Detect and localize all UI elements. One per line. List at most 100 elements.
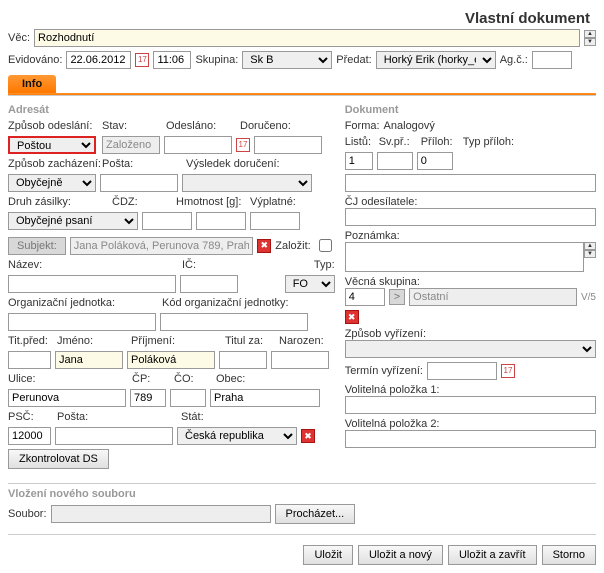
doruceno-input[interactable]	[254, 136, 322, 154]
prijmeni-input[interactable]	[127, 351, 215, 369]
kod-org-label: Kód organizační jednotky:	[162, 297, 289, 309]
calendar-icon[interactable]: 17	[135, 53, 149, 67]
clear-icon[interactable]: ✖	[301, 429, 315, 443]
zpusob-zachazeni-label: Způsob zacházení:	[8, 158, 101, 170]
obec-input[interactable]	[210, 389, 320, 407]
psc-label: PSČ:	[8, 411, 34, 423]
calendar-icon[interactable]: 17	[236, 138, 250, 152]
zpusob-zachazeni-select[interactable]: Obyčejně	[8, 174, 96, 192]
typ-priloh-label: Typ příloh:	[463, 136, 514, 148]
nazev-input[interactable]	[8, 275, 176, 293]
typ-priloh-input[interactable]	[345, 174, 596, 192]
prochazet-button[interactable]: Procházet...	[275, 504, 356, 524]
posta2-label: Pošta:	[57, 411, 88, 423]
agc-label: Ag.č.:	[500, 54, 528, 66]
skupina-label: Skupina:	[195, 54, 238, 66]
poznamka-input[interactable]	[345, 242, 584, 272]
ulice-input[interactable]	[8, 389, 126, 407]
skupina-select[interactable]: Sk B	[242, 51, 332, 69]
clear-icon[interactable]: ✖	[257, 239, 271, 253]
druh-label: Druh zásilky:	[8, 196, 71, 208]
tit-pred-input[interactable]	[8, 351, 51, 369]
soubor-input	[51, 505, 271, 523]
ulozit-zavrit-button[interactable]: Uložit a zavřít	[448, 545, 537, 565]
forma-value: Analogový	[384, 120, 435, 132]
cp-input[interactable]	[130, 389, 166, 407]
co-label: ČO:	[174, 373, 194, 385]
zalozit-checkbox[interactable]	[319, 239, 332, 252]
zkontrolovat-button[interactable]: Zkontrolovat DS	[8, 449, 109, 469]
adresat-title: Adresát	[8, 104, 335, 116]
poznamka-stepper[interactable]: ▲▼	[584, 242, 596, 272]
posta-input[interactable]	[100, 174, 178, 192]
druh-select[interactable]: Obyčejné psaní	[8, 212, 138, 230]
vecna-code-input[interactable]	[345, 288, 385, 306]
zpusob-vyrizeni-select[interactable]	[345, 340, 596, 358]
upload-title: Vložení nového souboru	[8, 488, 596, 500]
ulozit-novy-button[interactable]: Uložit a nový	[358, 545, 443, 565]
clear-icon[interactable]: ✖	[345, 310, 359, 324]
titul-za-input[interactable]	[219, 351, 267, 369]
poznamka-label: Poznámka:	[345, 230, 596, 242]
vol1-label: Volitelná položka 1:	[345, 384, 596, 396]
psc-input[interactable]	[8, 427, 51, 445]
stav-label: Stav:	[102, 120, 127, 132]
hmotnost-input[interactable]	[196, 212, 246, 230]
cdz-input[interactable]	[142, 212, 192, 230]
vec-input[interactable]	[34, 29, 580, 47]
vyplatne-label: Výplatné:	[250, 196, 296, 208]
vol1-input[interactable]	[345, 396, 596, 414]
stat-select[interactable]: Česká republika	[177, 427, 297, 445]
predat-select[interactable]: Horký Erik (horky_erik)	[376, 51, 496, 69]
zalozit-label: Založit:	[275, 240, 310, 252]
ic-input[interactable]	[180, 275, 238, 293]
predat-label: Předat:	[336, 54, 371, 66]
odeslano-input[interactable]	[164, 136, 232, 154]
priloh-input[interactable]	[417, 152, 453, 170]
page-title: Vlastní dokument	[8, 8, 596, 29]
narozen-label: Narozen:	[279, 335, 324, 347]
vysledek-select[interactable]	[182, 174, 312, 192]
ulice-label: Ulice:	[8, 373, 36, 385]
vecna-lookup-button[interactable]: >	[389, 289, 405, 305]
vecna-code-text: V/5	[581, 292, 596, 303]
org-input[interactable]	[8, 313, 156, 331]
tit-pred-label: Tit.před:	[8, 335, 48, 347]
prijmeni-label: Příjmení:	[131, 335, 175, 347]
storno-button[interactable]: Storno	[542, 545, 596, 565]
subjekt-button[interactable]: Subjekt:	[8, 237, 66, 255]
subjekt-input	[70, 237, 253, 255]
vol2-input[interactable]	[345, 430, 596, 448]
agc-input[interactable]	[532, 51, 572, 69]
termin-label: Termín vyřízení:	[345, 365, 423, 377]
ic-label: IČ:	[182, 259, 196, 271]
typ-select[interactable]: FO	[285, 275, 335, 293]
svpr-input[interactable]	[377, 152, 413, 170]
vec-label: Věc:	[8, 32, 30, 44]
tab-info[interactable]: Info	[8, 75, 56, 93]
ulozit-button[interactable]: Uložit	[303, 545, 353, 565]
cp-label: ČP:	[132, 373, 150, 385]
evidovano-time-input[interactable]	[153, 51, 191, 69]
titul-za-label: Titul za:	[225, 335, 263, 347]
zpusob-odeslani-select[interactable]: Poštou	[8, 136, 96, 154]
vol2-label: Volitelná položka 2:	[345, 418, 596, 430]
jmeno-input[interactable]	[55, 351, 123, 369]
kod-org-input[interactable]	[160, 313, 308, 331]
co-input[interactable]	[170, 389, 206, 407]
evidovano-date-input[interactable]	[66, 51, 131, 69]
narozen-input[interactable]	[271, 351, 329, 369]
evidovano-label: Evidováno:	[8, 54, 62, 66]
vyplatne-input[interactable]	[250, 212, 300, 230]
calendar-icon[interactable]: 17	[501, 364, 515, 378]
posta-label: Pošta:	[102, 158, 133, 170]
vec-stepper[interactable]: ▲▼	[584, 30, 596, 46]
cdz-label: ČDZ:	[112, 196, 138, 208]
vecna-desc-input	[409, 288, 577, 306]
posta2-input[interactable]	[55, 427, 173, 445]
termin-input[interactable]	[427, 362, 497, 380]
cj-input[interactable]	[345, 208, 596, 226]
listu-label: Listů:	[345, 136, 371, 148]
listu-input[interactable]	[345, 152, 373, 170]
stat-label: Stát:	[181, 411, 204, 423]
